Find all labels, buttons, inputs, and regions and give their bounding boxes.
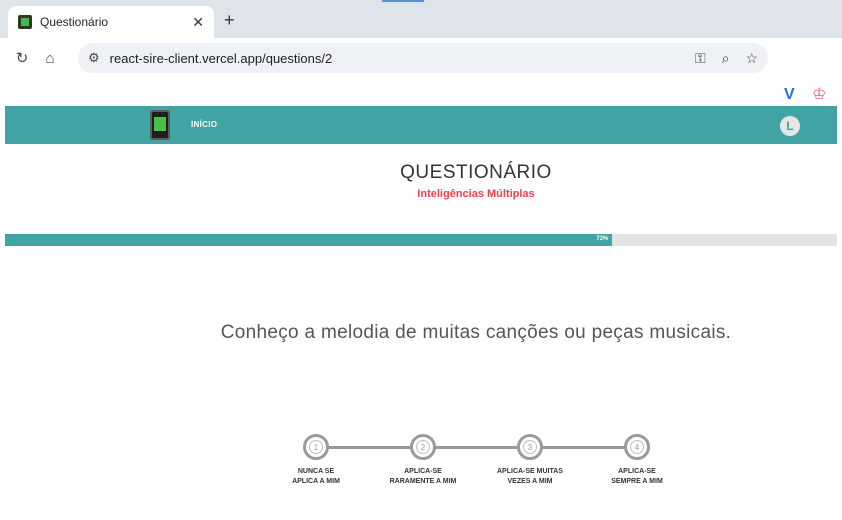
option-2-label[interactable]: APLICA-SE RARAMENTE A MIM	[373, 467, 473, 487]
new-tab-icon[interactable]: +	[224, 10, 235, 31]
progress-bar: 73%	[5, 234, 837, 246]
option-4-label-line2: SEMPRE A MIM	[611, 478, 663, 485]
app-logo-icon[interactable]	[150, 110, 170, 140]
browser-tab-bar: Questionário ✕ +	[0, 0, 842, 38]
browser-toolbar: ↻ ⌂ ⚙ react-sire-client.vercel.app/quest…	[0, 38, 842, 103]
option-4-label[interactable]: APLICA-SE SEMPRE A MIM	[587, 467, 687, 487]
url-text[interactable]: react-sire-client.vercel.app/questions/2	[110, 51, 695, 66]
option-1-label-line1: NUNCA SE	[297, 468, 335, 475]
reload-icon[interactable]: ↻	[8, 49, 36, 67]
page-subtitle: Inteligências Múltiplas	[417, 188, 535, 200]
site-info-icon[interactable]: ⚙	[88, 50, 100, 66]
option-2-radio[interactable]: 2	[410, 434, 436, 460]
option-2-label-line1: APLICA-SE	[404, 468, 442, 475]
option-1-radio[interactable]: 1	[303, 434, 329, 460]
progress-label: 73%	[596, 236, 609, 242]
tab-title: Questionário	[40, 15, 109, 29]
option-1-number: 1	[309, 440, 323, 454]
option-3-radio[interactable]: 3	[517, 434, 543, 460]
option-4-radio[interactable]: 4	[624, 434, 650, 460]
option-3-label-line1: APLICA-SE MUITAS	[497, 468, 563, 475]
home-icon[interactable]: ⌂	[36, 50, 64, 67]
tab-strip-indicator	[382, 0, 424, 2]
tab-close-icon[interactable]: ✕	[192, 14, 204, 31]
answer-option-3[interactable]: 3 APLICA-SE MUITAS VEZES A MIM	[480, 434, 580, 487]
option-2-label-line2: RARAMENTE A MIM	[389, 478, 457, 485]
user-avatar[interactable]: L	[780, 116, 800, 136]
progress-bar-fill: 73%	[5, 234, 613, 246]
nav-home-link[interactable]: INÍCIO	[191, 120, 217, 129]
extension-crown-icon[interactable]: ♔	[812, 84, 826, 104]
password-key-icon[interactable]: ⚿	[695, 50, 706, 67]
address-bar[interactable]: ⚙ react-sire-client.vercel.app/questions…	[78, 43, 768, 73]
extension-v-icon[interactable]: V	[784, 86, 795, 104]
site-favicon-icon	[18, 15, 32, 29]
option-3-number: 3	[523, 440, 537, 454]
browser-tab[interactable]: Questionário ✕	[8, 6, 214, 38]
answer-option-4[interactable]: 4 APLICA-SE SEMPRE A MIM	[587, 434, 687, 487]
option-3-label-line2: VEZES A MIM	[507, 478, 553, 485]
question-text: Conheço a melodia de muitas canções ou p…	[220, 322, 732, 343]
bookmark-star-icon[interactable]: ☆	[745, 50, 758, 67]
page-title: QUESTIONÁRIO	[400, 162, 552, 183]
answer-option-1[interactable]: 1 NUNCA SE APLICA A MIM	[266, 434, 366, 487]
zoom-icon[interactable]: ⌕	[722, 50, 730, 67]
option-4-number: 4	[630, 440, 644, 454]
option-3-label[interactable]: APLICA-SE MUITAS VEZES A MIM	[480, 467, 580, 487]
app-header: INÍCIO L	[5, 106, 837, 144]
option-2-number: 2	[416, 440, 430, 454]
option-4-label-line1: APLICA-SE	[618, 468, 656, 475]
option-1-label-line2: APLICA A MIM	[292, 478, 340, 485]
answer-option-2[interactable]: 2 APLICA-SE RARAMENTE A MIM	[373, 434, 473, 487]
answer-scale: 1 NUNCA SE APLICA A MIM 2 APLICA-SE RARA…	[0, 434, 842, 494]
option-1-label[interactable]: NUNCA SE APLICA A MIM	[266, 467, 366, 487]
